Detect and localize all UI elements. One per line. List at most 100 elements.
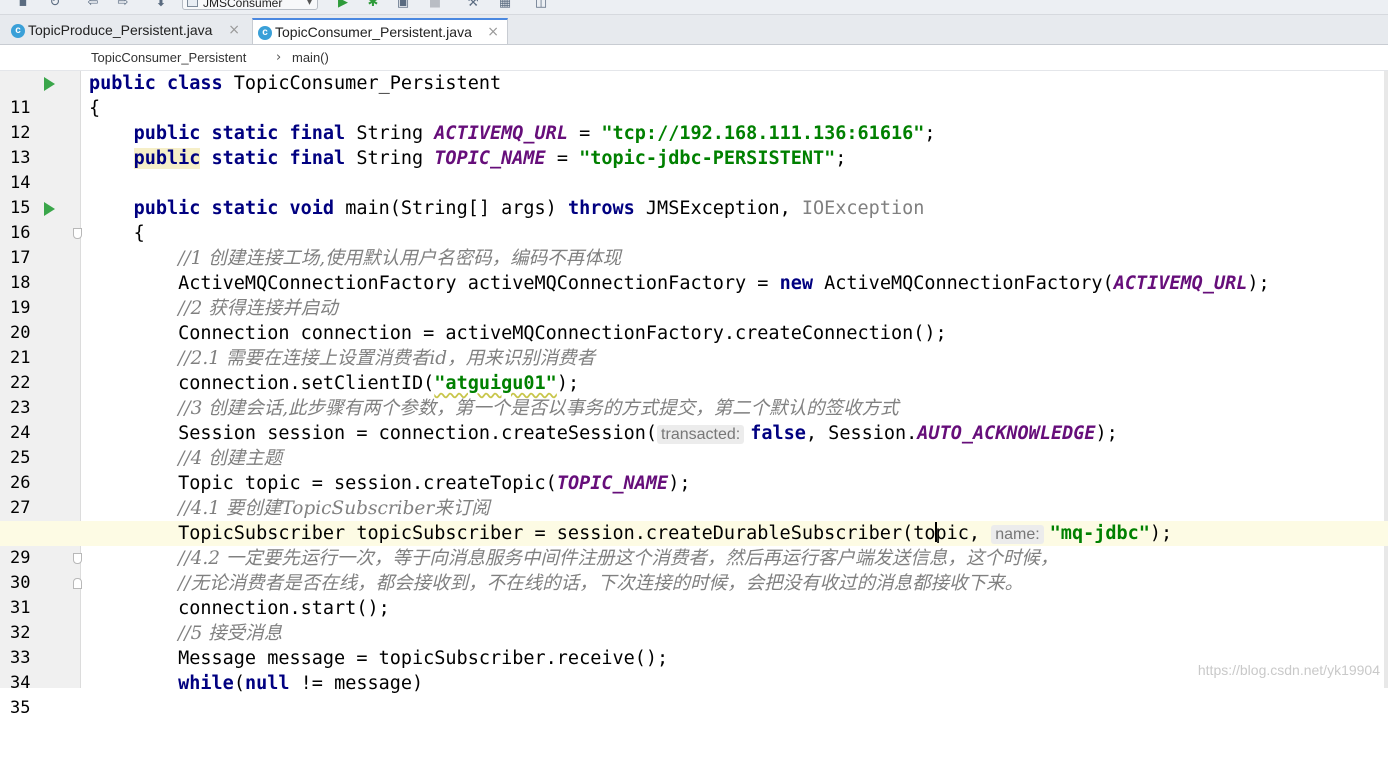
constant-name: ACTIVEMQ_URL [434,123,568,144]
code-line-23: 23 connection.setClientID("atguigu01"); [0,371,1388,418]
tab-topic-produce[interactable]: c TopicProduce_Persistent.java × [6,18,248,44]
tab-topic-consumer[interactable]: c TopicConsumer_Persistent.java × [252,18,508,44]
parameter-hint: name: [991,525,1044,544]
code-line-30: 30 //4.2 一定要先运行一次，等于向消息服务中间件注册这个消费者，然后再运… [0,546,1388,593]
code-text: ); [1149,523,1173,544]
fold-icon[interactable] [73,228,82,239]
wrench-icon[interactable]: ⚒ [466,0,480,10]
keyword: public class [89,73,234,94]
code-text: ); [556,373,580,394]
close-icon[interactable]: × [228,18,240,43]
keyword: null [244,673,290,694]
sync-icon[interactable]: ↻ [48,0,62,10]
exception-name: JMSException, [645,198,802,219]
code-line-18: 18 //1 创建连接工场,使用默认用户名密码，编码不再体现 [0,246,1388,293]
code-text: Topic topic = session.createTopic( [178,473,557,494]
code-line-25: 25 Session session = connection.createSe… [0,421,1388,468]
code-line-21: 21 Connection connection = activeMQConne… [0,321,1388,368]
code-text: ); [1095,423,1118,444]
code-text: , Session. [805,423,918,444]
code-text: Message message = topicSubscriber.receiv… [178,648,669,669]
type-name: String [356,148,435,169]
code-text: Session session = connection.createSessi… [178,423,658,444]
comment: //2 获得连接并启动 [178,298,338,319]
breadcrumb-class[interactable]: TopicConsumer_Persistent [91,45,246,70]
build-icon[interactable]: ⬇ [154,0,168,10]
comment: //4.1 要创建TopicSubscriber来订阅 [178,498,490,519]
constant-name: AUTO_ACKNOWLEDGE [917,423,1096,444]
keyword: while [178,673,234,694]
comment: //2.1 需要在连接上设置消费者id，用来识别消费者 [178,348,596,369]
sdk-icon[interactable]: ◫ [534,0,548,10]
code-text: != message) [289,673,424,694]
code-line-33: 33 //5 接受消息 [0,621,1388,668]
brace: { [133,223,145,244]
code-text: connection.start(); [178,598,390,619]
code-line-15: 15 [0,171,1388,218]
code-line-22: 22 //2.1 需要在连接上设置消费者id，用来识别消费者 [0,346,1388,393]
breadcrumb-method[interactable]: main() [292,45,329,70]
fold-icon[interactable] [73,553,82,564]
code-text: connection.setClientID( [178,373,435,394]
code-line-24: 24 //3 创建会话,此步骤有两个参数，第一个是否以事务的方式提交，第二个默认… [0,396,1388,443]
comment: //5 接受消息 [178,623,283,644]
main-toolbar: ▪ ↻ ⇦ ⇨ ⬇ JMSConsumer ▾ ▶ ✱ ▣ ■ ⚒ ▦ ◫ [0,0,1388,15]
code-text: ( [233,673,245,694]
debug-icon[interactable]: ✱ [366,0,380,10]
app-config-icon [187,0,198,7]
string-literal: "tcp://192.168.111.136:61616" [601,123,925,144]
stop-icon[interactable]: ■ [428,0,442,10]
class-name: TopicConsumer_Persistent [233,73,502,94]
chevron-down-icon: ▾ [306,0,312,8]
code-text: ); [668,473,691,494]
keyword: public static final [133,123,357,144]
unused-exception-name: IOException [801,198,925,219]
comment: //无论消费者是否在线，都会接收到，不在线的话，下次连接的时候，会把没有收过的消… [178,573,1024,594]
keyword: false [750,423,806,444]
code-line-31: 31 //无论消费者是否在线，都会接收到，不在线的话，下次连接的时候，会把没有收… [0,571,1388,618]
coverage-icon[interactable]: ▣ [396,0,410,10]
operator: = [567,123,602,144]
forward-icon[interactable]: ⇨ [116,0,130,10]
breadcrumb: TopicConsumer_Persistent › main() [0,45,1388,71]
save-icon[interactable]: ▪ [16,0,30,10]
keyword: public static void [133,198,346,219]
code-text: ActiveMQConnectionFactory activeMQConnec… [178,273,780,294]
code-line-32: 32 connection.start(); [0,596,1388,643]
run-class-icon[interactable] [44,77,55,91]
code-line-16: 16 public static void main(String[] args… [0,196,1388,243]
java-class-icon: c [11,24,25,38]
run-main-icon[interactable] [44,202,55,216]
close-icon[interactable]: × [487,20,499,45]
code-line-28: 28 //4.1 要创建TopicSubscriber来订阅 [0,496,1388,543]
code-text: ActiveMQConnectionFactory( [824,273,1114,294]
code-line-29-current: 29 TopicSubscriber topicSubscriber = ses… [0,521,1388,568]
structure-icon[interactable]: ▦ [498,0,512,10]
editor-tab-bar: c TopicProduce_Persistent.java × c Topic… [0,15,1388,45]
constant-name: ACTIVEMQ_URL [1113,273,1248,294]
comment: //4.2 一定要先运行一次，等于向消息服务中间件注册这个消费者，然后再运行客户… [178,548,1059,569]
code-line-34: 34 Message message = topicSubscriber.rec… [0,646,1388,693]
run-icon[interactable]: ▶ [336,0,350,10]
code-line-13: 13 public static final String ACTIVEMQ_U… [0,121,1388,168]
semicolon: ; [835,148,847,169]
method-signature: main(String[] args) [345,198,568,219]
comment: //1 创建连接工场,使用默认用户名密码，编码不再体现 [178,248,622,269]
constant-name: TOPIC_NAME [556,473,669,494]
watermark: https://blog.csdn.net/yk19904 [1197,662,1380,678]
code-line-14: 14 public static final String TOPIC_NAME… [0,146,1388,193]
string-literal: "mq-jdbc" [1049,523,1150,544]
tab-label: TopicProduce_Persistent.java [28,22,213,38]
comment: //3 创建会话,此步骤有两个参数，第一个是否以事务的方式提交，第二个默认的签收… [178,398,899,419]
back-icon[interactable]: ⇦ [86,0,100,10]
keyword: new [779,273,825,294]
keyword: static final [200,148,357,169]
parameter-hint: transacted: [657,425,745,444]
line-number: 35 [10,698,31,718]
code-text: Connection connection = activeMQConnecti… [178,323,947,344]
operator: = [545,148,580,169]
code-editor[interactable]: 11 public class TopicConsumer_Persistent… [0,71,1388,718]
string-literal: "topic-jdbc-PERSISTENT" [579,148,836,169]
fold-end-icon[interactable] [73,578,82,589]
run-configuration-select[interactable]: JMSConsumer ▾ [182,0,318,10]
